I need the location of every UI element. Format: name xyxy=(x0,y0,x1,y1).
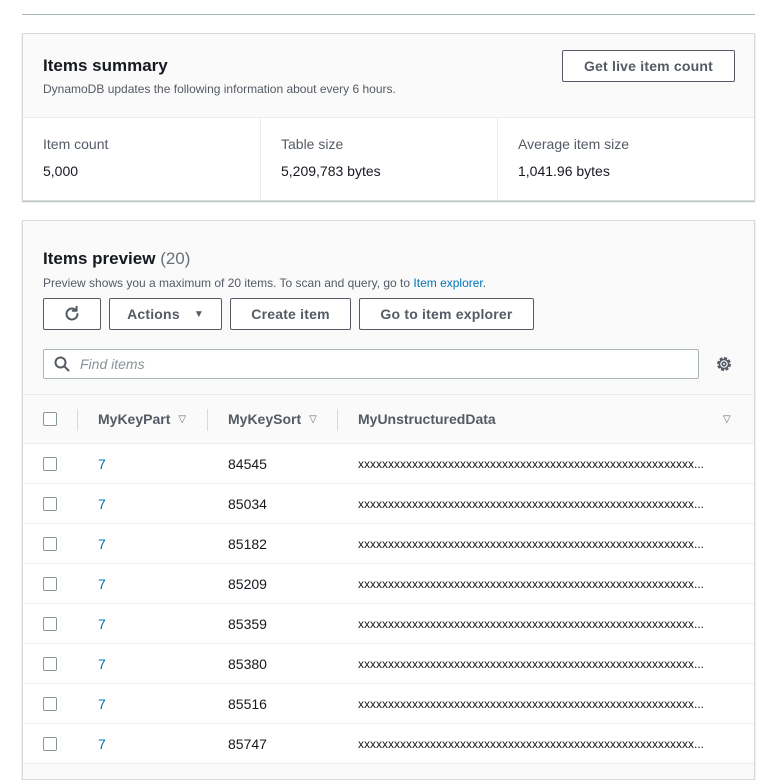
top-divider xyxy=(22,14,755,15)
cell-myunstructureddata: xxxxxxxxxxxxxxxxxxxxxxxxxxxxxxxxxxxxxxxx… xyxy=(358,497,705,511)
cell-mykeypart[interactable]: 7 xyxy=(98,724,106,764)
items-summary-header: Items summary DynamoDB updates the follo… xyxy=(23,34,754,118)
gear-icon[interactable] xyxy=(715,355,733,373)
table-row[interactable]: 7 85380 xxxxxxxxxxxxxxxxxxxxxxxxxxxxxxxx… xyxy=(23,644,754,684)
stat-label: Average item size xyxy=(518,136,630,152)
table-row[interactable]: 7 85209 xxxxxxxxxxxxxxxxxxxxxxxxxxxxxxxx… xyxy=(23,564,754,604)
cell-myunstructureddata: xxxxxxxxxxxxxxxxxxxxxxxxxxxxxxxxxxxxxxxx… xyxy=(358,577,705,591)
column-header-myunstructureddata[interactable]: MyUnstructuredData xyxy=(358,395,496,443)
items-summary-panel: Items summary DynamoDB updates the follo… xyxy=(22,33,755,201)
actions-label: Actions xyxy=(127,306,180,322)
sort-icon: ▽ xyxy=(309,413,317,425)
column-divider xyxy=(207,409,208,431)
caret-down-icon: ▼ xyxy=(193,308,204,320)
cell-mykeysort: 85747 xyxy=(228,736,267,752)
stat-table-size: Table size 5,209,783 bytes xyxy=(260,118,497,200)
stat-label: Table size xyxy=(281,136,344,152)
cell-mykeypart[interactable]: 7 xyxy=(98,604,106,644)
row-checkbox[interactable] xyxy=(43,497,57,511)
cell-myunstructureddata: xxxxxxxxxxxxxxxxxxxxxxxxxxxxxxxxxxxxxxxx… xyxy=(358,617,705,631)
search-icon xyxy=(54,356,70,372)
table-row[interactable]: 7 85516 xxxxxxxxxxxxxxxxxxxxxxxxxxxxxxxx… xyxy=(23,684,754,724)
cell-mykeypart[interactable]: 7 xyxy=(98,564,106,604)
cell-myunstructureddata: xxxxxxxxxxxxxxxxxxxxxxxxxxxxxxxxxxxxxxxx… xyxy=(358,737,705,751)
column-divider xyxy=(77,409,78,431)
row-checkbox[interactable] xyxy=(43,617,57,631)
column-header-label: MyUnstructuredData xyxy=(358,411,496,427)
cell-myunstructureddata: xxxxxxxxxxxxxxxxxxxxxxxxxxxxxxxxxxxxxxxx… xyxy=(358,697,705,711)
items-preview-panel: Items preview (20) Preview shows you a m… xyxy=(22,220,755,780)
stat-value: 5,209,783 bytes xyxy=(281,163,381,179)
row-checkbox[interactable] xyxy=(43,657,57,671)
cell-mykeysort: 85209 xyxy=(228,576,267,592)
stat-value: 5,000 xyxy=(43,163,79,179)
stat-average-item-size: Average item size 1,041.96 bytes xyxy=(497,118,702,200)
column-settings-sort-icon[interactable]: ▽ xyxy=(723,395,731,443)
cell-mykeysort: 85034 xyxy=(228,496,267,512)
cell-mykeysort: 84545 xyxy=(228,456,267,472)
column-header-label: MyKeyPart xyxy=(98,411,171,427)
cell-mykeysort: 85380 xyxy=(228,656,267,672)
stat-value: 1,041.96 bytes xyxy=(518,163,610,179)
stat-item-count: Item count 5,000 xyxy=(23,118,270,200)
cell-myunstructureddata: xxxxxxxxxxxxxxxxxxxxxxxxxxxxxxxxxxxxxxxx… xyxy=(358,657,705,671)
sort-icon: ▽ xyxy=(178,413,187,425)
item-explorer-link[interactable]: Item explorer xyxy=(413,276,482,290)
create-item-button[interactable]: Create item xyxy=(230,298,351,330)
row-checkbox[interactable] xyxy=(43,737,57,751)
table-row[interactable]: 7 85034 xxxxxxxxxxxxxxxxxxxxxxxxxxxxxxxx… xyxy=(23,484,754,524)
find-items-input[interactable] xyxy=(78,355,658,373)
table-row[interactable]: 7 84545 xxxxxxxxxxxxxxxxxxxxxxxxxxxxxxxx… xyxy=(23,444,754,484)
go-to-item-explorer-button[interactable]: Go to item explorer xyxy=(359,298,534,330)
items-summary-description: DynamoDB updates the following informati… xyxy=(43,82,396,96)
select-all-checkbox[interactable] xyxy=(43,412,57,426)
cell-myunstructureddata: xxxxxxxxxxxxxxxxxxxxxxxxxxxxxxxxxxxxxxxx… xyxy=(358,537,705,551)
preview-description-text: Preview shows you a maximum of 20 items.… xyxy=(43,276,414,290)
cell-mykeypart[interactable]: 7 xyxy=(98,484,106,524)
items-summary-title: Items summary xyxy=(43,56,168,75)
table-row[interactable]: 7 85182 xxxxxxxxxxxxxxxxxxxxxxxxxxxxxxxx… xyxy=(23,524,754,564)
table-row[interactable]: 7 85747 xxxxxxxxxxxxxxxxxxxxxxxxxxxxxxxx… xyxy=(23,724,754,764)
cell-mykeypart[interactable]: 7 xyxy=(98,524,106,564)
refresh-button[interactable] xyxy=(43,298,101,330)
items-preview-title-text: Items preview xyxy=(43,249,156,268)
column-header-mykeypart[interactable]: MyKeyPart ▽ xyxy=(98,395,186,443)
sort-icon: ▽ xyxy=(723,413,731,425)
cell-mykeypart[interactable]: 7 xyxy=(98,684,106,724)
get-live-item-count-button[interactable]: Get live item count xyxy=(562,50,735,82)
cell-mykeypart[interactable]: 7 xyxy=(98,444,106,484)
cell-mykeysort: 85182 xyxy=(228,536,267,552)
row-checkbox[interactable] xyxy=(43,577,57,591)
column-header-mykeysort[interactable]: MyKeySort ▽ xyxy=(228,395,317,443)
cell-mykeysort: 85359 xyxy=(228,616,267,632)
items-summary-stats: Item count 5,000 Table size 5,209,783 by… xyxy=(23,118,754,200)
table-header: MyKeyPart ▽ MyKeySort ▽ MyUnstructuredDa… xyxy=(23,394,754,444)
cell-mykeypart[interactable]: 7 xyxy=(98,644,106,684)
row-checkbox[interactable] xyxy=(43,697,57,711)
items-preview-title: Items preview (20) xyxy=(43,249,190,269)
actions-dropdown-button[interactable]: Actions ▼ xyxy=(109,298,222,330)
table-row[interactable]: 7 85359 xxxxxxxxxxxxxxxxxxxxxxxxxxxxxxxx… xyxy=(23,604,754,644)
items-preview-description: Preview shows you a maximum of 20 items.… xyxy=(43,276,486,290)
cell-mykeysort: 85516 xyxy=(228,696,267,712)
preview-description-suffix: . xyxy=(482,276,487,290)
items-preview-count: (20) xyxy=(160,249,191,268)
column-header-label: MyKeySort xyxy=(228,411,302,427)
row-checkbox[interactable] xyxy=(43,457,57,471)
cell-myunstructureddata: xxxxxxxxxxxxxxxxxxxxxxxxxxxxxxxxxxxxxxxx… xyxy=(358,457,705,471)
row-checkbox[interactable] xyxy=(43,537,57,551)
items-table: MyKeyPart ▽ MyKeySort ▽ MyUnstructuredDa… xyxy=(23,394,754,764)
find-items-search[interactable] xyxy=(43,349,699,379)
stat-label: Item count xyxy=(43,136,109,152)
refresh-icon xyxy=(65,305,79,321)
column-divider xyxy=(337,409,338,431)
